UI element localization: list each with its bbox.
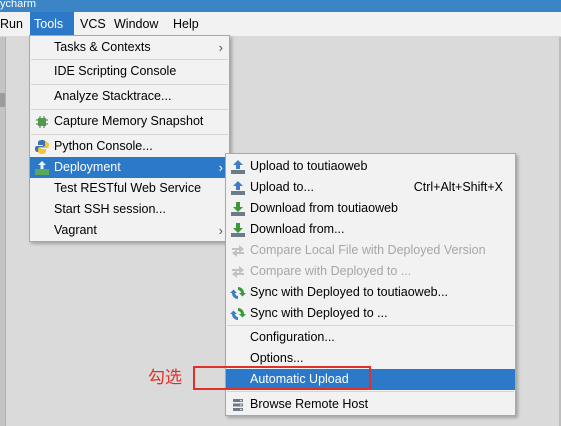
- menu-item-compare-local-file[interactable]: Compare Local File with Deployed Version: [226, 240, 515, 261]
- annotation-highlight-box: [193, 366, 371, 390]
- submenu-arrow-icon: ›: [218, 223, 223, 238]
- menu-item-upload-to-server[interactable]: Upload to toutiaoweb: [226, 156, 515, 177]
- menu-item-label: Deployment: [54, 160, 121, 174]
- window-title-bar: ycharm: [0, 0, 561, 12]
- menu-run[interactable]: Run: [0, 12, 27, 36]
- menu-item-test-restful[interactable]: Test RESTful Web Service: [30, 178, 229, 199]
- deployment-icon: [34, 160, 50, 176]
- shortcut-label: Ctrl+Alt+Shift+X: [413, 180, 503, 194]
- menu-item-label: Capture Memory Snapshot: [54, 114, 204, 128]
- menu-item-label: Sync with Deployed to toutiaoweb...: [250, 285, 449, 299]
- submenu-arrow-icon: ›: [218, 40, 223, 55]
- upload-icon: [230, 159, 246, 175]
- menu-separator: [227, 325, 514, 326]
- menu-item-label: IDE Scripting Console: [54, 64, 177, 78]
- menu-item-label: Download from...: [250, 222, 345, 236]
- menu-separator: [31, 59, 228, 60]
- tool-strip-handle[interactable]: [0, 93, 5, 107]
- menu-item-sync-server[interactable]: Sync with Deployed to toutiaoweb...: [226, 282, 515, 303]
- menu-separator: [31, 84, 228, 85]
- tools-menu: Tasks & Contexts › IDE Scripting Console…: [29, 35, 230, 242]
- download-icon: [230, 222, 246, 238]
- menu-item-analyze-stacktrace[interactable]: Analyze Stacktrace...: [30, 86, 229, 107]
- browse-remote-icon: [230, 397, 246, 413]
- sync-icon: [230, 306, 246, 322]
- menu-separator: [227, 391, 514, 392]
- menu-help[interactable]: Help: [169, 12, 203, 36]
- menu-item-label: Sync with Deployed to ...: [250, 306, 388, 320]
- compare-icon: [230, 243, 246, 259]
- menu-separator: [31, 134, 228, 135]
- menu-separator: [31, 109, 228, 110]
- menu-item-sync-deployed[interactable]: Sync with Deployed to ...: [226, 303, 515, 324]
- menu-window[interactable]: Window: [110, 12, 162, 36]
- menu-item-deployment[interactable]: Deployment ›: [30, 157, 229, 178]
- menu-item-label: Test RESTful Web Service: [54, 181, 202, 195]
- menu-item-label: Download from toutiaoweb: [250, 201, 398, 215]
- menu-vcs[interactable]: VCS: [76, 12, 110, 36]
- menu-item-label: Browse Remote Host: [250, 397, 369, 411]
- menu-item-label: Upload to...: [250, 180, 314, 194]
- menu-item-label: Vagrant: [54, 223, 97, 237]
- sync-icon: [230, 285, 246, 301]
- menu-item-label: Start SSH session...: [54, 202, 166, 216]
- menu-tools-label: Tools: [34, 17, 64, 31]
- menu-item-label: Configuration...: [250, 330, 335, 344]
- menu-item-label: Python Console...: [54, 139, 153, 153]
- menu-item-tasks-contexts[interactable]: Tasks & Contexts ›: [30, 37, 229, 58]
- menu-item-download-from[interactable]: Download from...: [226, 219, 515, 240]
- python-icon: [34, 139, 50, 155]
- memory-chip-icon: [34, 114, 50, 130]
- menu-item-compare-deployed[interactable]: Compare with Deployed to ...: [226, 261, 515, 282]
- window-title: ycharm: [0, 0, 37, 10]
- menu-item-configuration[interactable]: Configuration...: [226, 327, 515, 348]
- menu-item-label: Upload to toutiaoweb: [250, 159, 368, 173]
- upload-icon: [230, 180, 246, 196]
- left-tool-strip: [0, 37, 6, 426]
- menu-item-ide-scripting-console[interactable]: IDE Scripting Console: [30, 61, 229, 82]
- menu-item-capture-memory-snapshot[interactable]: Capture Memory Snapshot: [30, 111, 229, 132]
- annotation-label: 勾选: [148, 368, 182, 388]
- compare-icon: [230, 264, 246, 280]
- menu-item-label: Analyze Stacktrace...: [54, 89, 172, 103]
- menu-item-download-from-server[interactable]: Download from toutiaoweb: [226, 198, 515, 219]
- submenu-arrow-icon: ›: [218, 160, 223, 175]
- menu-item-label: Tasks & Contexts: [54, 40, 151, 54]
- menu-item-python-console[interactable]: Python Console...: [30, 136, 229, 157]
- menu-item-vagrant[interactable]: Vagrant ›: [30, 220, 229, 241]
- menu-item-label: Compare Local File with Deployed Version: [250, 243, 486, 257]
- menu-item-upload-to[interactable]: Upload to... Ctrl+Alt+Shift+X: [226, 177, 515, 198]
- menu-item-start-ssh[interactable]: Start SSH session...: [30, 199, 229, 220]
- download-icon: [230, 201, 246, 217]
- menu-item-browse-remote-host[interactable]: Browse Remote Host: [226, 394, 515, 415]
- menu-bar: Run Tools VCS Window Help: [0, 12, 561, 37]
- menu-tools[interactable]: Tools: [30, 12, 74, 36]
- menu-item-label: Compare with Deployed to ...: [250, 264, 412, 278]
